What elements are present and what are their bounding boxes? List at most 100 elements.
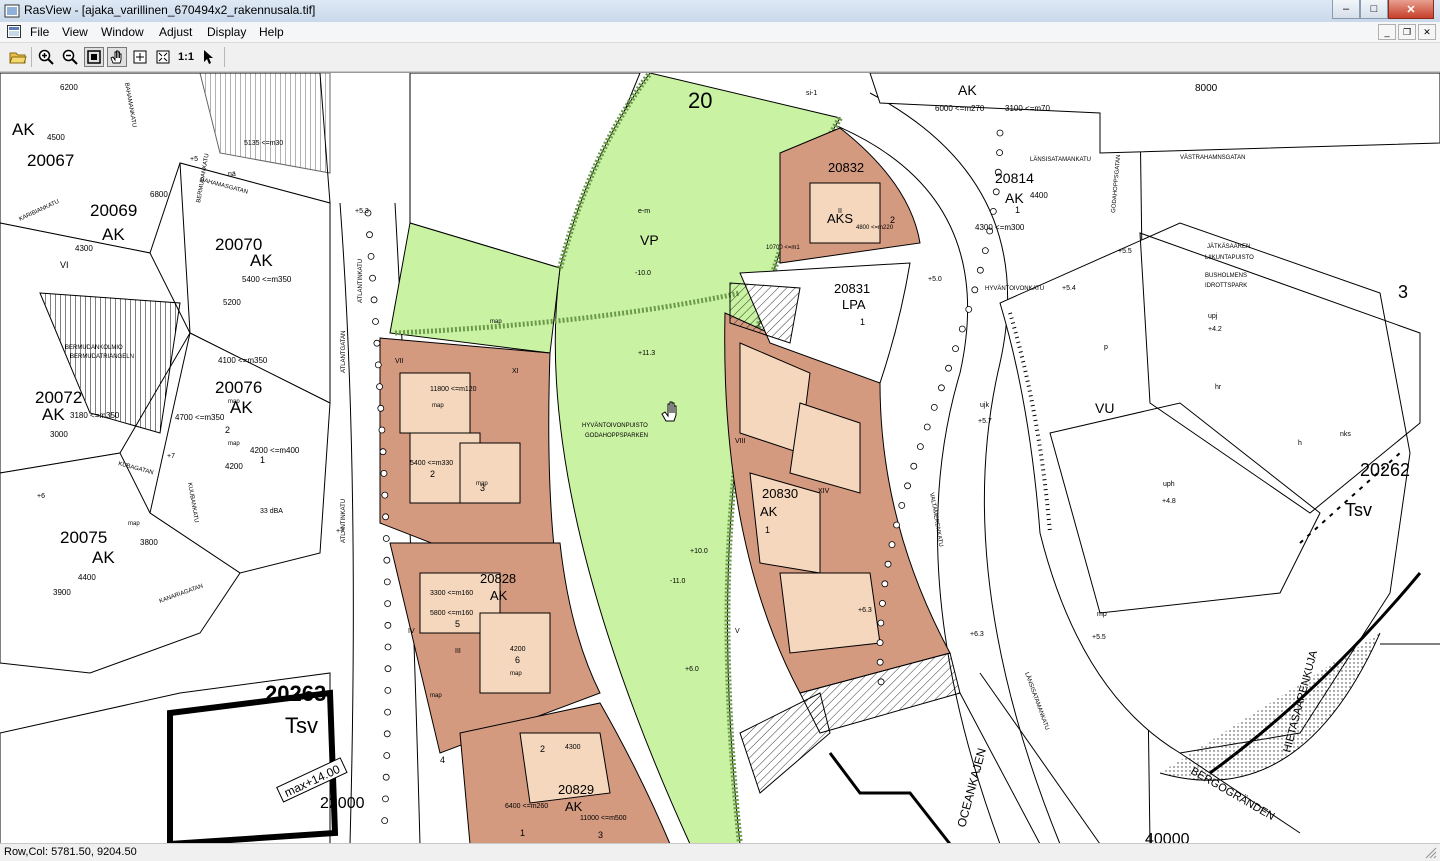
menu-help[interactable]: Help <box>259 25 284 39</box>
pan-button[interactable] <box>107 47 127 67</box>
block-number: 3 <box>1398 282 1408 302</box>
park-name-sv: BUSHOLMENS <box>1205 273 1247 279</box>
zone-code: p <box>1104 344 1108 351</box>
zoom-extent-button[interactable] <box>153 47 173 67</box>
zoom-box-button[interactable] <box>130 47 150 67</box>
menu-window[interactable]: Window <box>101 25 144 39</box>
area-label: 5800 <=m160 <box>430 610 473 617</box>
select-button[interactable] <box>199 47 219 67</box>
rasview-app-icon[interactable] <box>4 3 20 19</box>
area-label: 4300 <=m300 <box>975 223 1025 232</box>
tree-marker <box>923 423 931 431</box>
area-label: 6200 <box>60 83 78 92</box>
resize-grip-icon[interactable] <box>1424 846 1438 859</box>
park-name-fi: JÄTKÄSAAREN <box>1207 243 1250 250</box>
tree-marker <box>877 678 885 686</box>
doc-minimize-button[interactable]: _ <box>1378 24 1396 40</box>
zoning-map[interactable]: 20 VP e-m -10.0 +11.3 HYVÄNTOIVONPUISTO … <box>0 73 1440 844</box>
tree-marker <box>916 443 924 451</box>
building-number: 2 <box>540 744 545 754</box>
park-name-sv: IDROTTSPARK <box>1205 283 1247 289</box>
zoom-in-button[interactable] <box>36 47 56 67</box>
tree-marker <box>876 639 884 646</box>
area-label: 5400 <=m350 <box>242 275 292 284</box>
area-label: 4500 <box>47 133 65 142</box>
zone-code: si-1 <box>806 90 817 97</box>
zoom-box-icon <box>133 50 147 64</box>
building-number: 2 <box>225 425 230 435</box>
floor-count-label: IV <box>408 628 415 635</box>
area-label: 4700 <=m350 <box>175 413 225 422</box>
area-label: 3900 <box>53 588 71 597</box>
block-number-20067: 20067 <box>27 151 74 170</box>
title-bar[interactable]: RasView - [ajaka_varillinen_670494x2_rak… <box>0 0 1440 23</box>
elevation-label: -10.0 <box>635 270 651 277</box>
close-button[interactable]: ✕ <box>1388 0 1434 19</box>
elevation-label: +5 <box>190 156 198 163</box>
zone-label-ak: AK <box>1005 190 1024 206</box>
zone-code: hr <box>1215 384 1222 391</box>
area-label: 3000 <box>50 430 68 439</box>
doc-close-button[interactable]: ✕ <box>1418 24 1436 40</box>
area-label: 22000 <box>320 795 365 812</box>
floor-count-label: VI <box>60 260 69 270</box>
zoom-out-icon <box>62 49 78 65</box>
menu-display[interactable]: Display <box>207 25 246 39</box>
menu-adjust[interactable]: Adjust <box>159 25 192 39</box>
tree-marker <box>370 296 378 304</box>
zoom-out-button[interactable] <box>60 47 80 67</box>
zone-code: nä <box>228 171 236 178</box>
street-label: BERMUDATRIANGELN <box>70 354 134 360</box>
area-label: 3180 <=m350 <box>70 411 120 420</box>
zone-label-ak: AK <box>565 799 583 814</box>
area-label: 4200 <box>510 646 526 653</box>
fit-window-icon <box>87 50 101 64</box>
area-label: 5135 <=m30 <box>244 140 283 147</box>
menu-view[interactable]: View <box>62 25 88 39</box>
zone-label-vp: VP <box>640 232 659 248</box>
actual-size-button[interactable]: 1:1 <box>176 47 196 67</box>
floor-count-label: XI <box>512 368 519 375</box>
block-number-20263: 20263 <box>265 681 326 706</box>
tree-marker <box>965 305 973 313</box>
map-code: map <box>510 671 522 677</box>
tree-marker <box>383 556 391 564</box>
map-code: map <box>128 521 140 527</box>
street-label: ATLANTGATAN <box>341 331 347 373</box>
tree-marker <box>383 578 391 586</box>
tree-marker <box>958 325 966 333</box>
folder-open-icon <box>9 52 27 64</box>
building-number: 1 <box>260 455 265 465</box>
zone-label-ak: AK <box>250 251 273 270</box>
tree-marker <box>382 773 390 781</box>
tree-marker <box>382 513 390 521</box>
minimize-button[interactable]: – <box>1332 0 1360 19</box>
doc-restore-button[interactable]: ❐ <box>1398 24 1416 40</box>
floor-count-label: II <box>838 208 842 215</box>
area-label: 3800 <box>140 538 158 547</box>
zone-label-tsv: Tsv <box>1345 500 1372 520</box>
area-label: 6400 <=m260 <box>505 803 548 810</box>
elevation-label: +7 <box>336 528 344 535</box>
toolbar-separator <box>31 47 32 67</box>
fit-window-button[interactable] <box>84 47 104 67</box>
noise-label: 33 dBA <box>260 508 283 515</box>
tree-marker <box>384 600 392 607</box>
open-file-button[interactable] <box>8 47 28 67</box>
tree-marker <box>971 286 979 294</box>
map-viewport[interactable]: 20 VP e-m -10.0 +11.3 HYVÄNTOIVONPUISTO … <box>0 72 1440 844</box>
block-number-20076: 20076 <box>215 378 262 397</box>
block-number-20828: 20828 <box>480 571 516 586</box>
street-label: HYVÄNTOIVONKATU <box>985 285 1044 292</box>
tree-marker <box>382 535 390 542</box>
area-label: 4400 <box>1030 191 1048 200</box>
tree-marker <box>369 274 376 282</box>
tree-marker <box>910 462 918 470</box>
menu-file[interactable]: File <box>30 25 49 39</box>
elevation-label: +5.5 <box>1092 634 1106 641</box>
building-number: 2 <box>890 215 895 225</box>
elevation-label: +7 <box>167 453 175 460</box>
maximize-button[interactable]: □ <box>1360 0 1388 19</box>
area-label: 3100 <=m70 <box>1005 104 1050 113</box>
document-icon[interactable] <box>7 25 21 38</box>
